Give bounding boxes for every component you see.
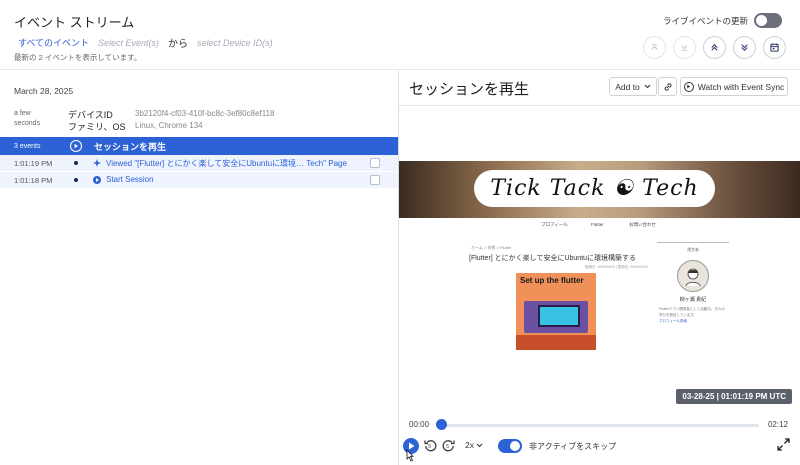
post-title: [Flutter] とにかく楽して安全にUbuntuに環境構築する <box>469 255 637 262</box>
replay-viewport[interactable]: Tick Tack ☯ Tech プロフィール Flutter お問い合わせ ホ… <box>399 161 800 409</box>
skip-inactivity-label: 非アクティブをスキップ <box>529 442 617 451</box>
event-time: 1:01:19 PM <box>14 159 53 168</box>
filter-bar: すべてのイベント Select Event(s) から select Devic… <box>18 35 273 51</box>
live-updates-toggle[interactable] <box>754 13 782 28</box>
add-to-label: Add to <box>615 81 640 92</box>
family-os-label: ファミリ、OS <box>68 122 126 132</box>
event-checkbox[interactable] <box>370 158 380 168</box>
collapse-all-button[interactable] <box>733 36 756 59</box>
site-nav-item: お問い合わせ <box>629 222 656 227</box>
device-info: a few seconds デバイスID ファミリ、OS 3b2120f4-cf… <box>14 108 394 140</box>
recording-timestamp: 03-28-25 | 01:01:19 PM UTC <box>676 389 792 404</box>
scroll-top-icon <box>651 44 658 50</box>
thumbnail-title: Set up the flutter <box>520 276 584 285</box>
expand-all-button[interactable] <box>703 36 726 59</box>
author-card-heading: 運営者 <box>687 247 699 252</box>
svg-text:5: 5 <box>446 444 449 450</box>
playback-speed-dropdown[interactable]: 2x <box>465 440 483 450</box>
calendar-button[interactable] <box>763 36 786 59</box>
event-text: Viewed "[Flutter] とにかく楽して安全にUbuntuに環境… T… <box>106 159 347 168</box>
session-replay-row[interactable]: 3 events セッションを再生 <box>0 137 398 155</box>
session-event-count: 3 events <box>14 142 41 150</box>
site-nav-item: プロフィール <box>541 222 568 227</box>
author-bio-text: Flutterアプリ開発者として活動中。日々の学びを発信しています。 <box>659 307 725 317</box>
progress-track[interactable] <box>441 424 759 427</box>
player-controls: 5 5 2x 非アクティブをスキップ <box>399 435 800 462</box>
expand-all-icon <box>711 43 718 51</box>
rewind-icon[interactable]: 5 <box>423 438 438 453</box>
select-devices-dropdown[interactable]: select Device ID(s) <box>197 38 273 48</box>
live-updates: ライブイベントの更新 <box>663 13 782 28</box>
post-thumbnail: Set up the flutter <box>516 273 596 350</box>
progress-knob[interactable] <box>435 419 447 430</box>
start-session-icon <box>93 176 101 184</box>
event-stream-header: イベント ストリーム すべてのイベント Select Event(s) から s… <box>0 0 800 70</box>
watch-with-event-sync-button[interactable]: Watch with Event Sync <box>680 77 788 96</box>
author-profile-link: プロフィール詳細 <box>659 319 687 323</box>
fast-forward-icon[interactable]: 5 <box>441 438 456 453</box>
event-row[interactable]: 1:01:19 PM Viewed "[Flutter] とにかく楽して安全にU… <box>0 155 398 171</box>
all-events-filter[interactable]: すべてのイベント <box>18 36 89 49</box>
event-count-text: 最新の 2 イベントを表示しています。 <box>14 53 142 62</box>
play-circle-icon <box>683 81 694 92</box>
play-circle-icon <box>70 140 82 152</box>
event-checkbox[interactable] <box>370 175 380 185</box>
timeline-dot <box>74 178 78 182</box>
event-list-panel: March 28, 2025 a few seconds デバイスID ファミリ… <box>0 71 398 465</box>
event-date: March 28, 2025 <box>14 86 74 96</box>
chevron-down-icon <box>476 443 483 448</box>
skip-inactivity-toggle[interactable] <box>498 439 522 453</box>
avatar <box>677 260 709 292</box>
watch-with-event-sync-label: Watch with Event Sync <box>697 81 785 92</box>
session-replay-panel: セッションを再生 Add to Watch with Event Sync Ti… <box>399 71 800 465</box>
fullscreen-icon[interactable] <box>777 438 790 451</box>
replay-title: セッションを再生 <box>409 81 530 98</box>
total-duration: 02:12 <box>767 420 788 429</box>
collapse-all-icon <box>741 44 748 52</box>
site-breadcrumb: ホーム > 技術 > Flutter <box>471 245 512 250</box>
site-nav: プロフィール Flutter お問い合わせ <box>399 222 800 231</box>
link-icon <box>664 82 671 91</box>
session-replay-title: セッションを再生 <box>94 141 167 152</box>
thumbnail-base <box>516 335 596 350</box>
site-nav-item: Flutter <box>591 222 604 227</box>
event-text: Start Session <box>106 175 154 184</box>
svg-text:5: 5 <box>428 444 431 450</box>
author-bio: Flutterアプリ開発者として活動中。日々の学びを発信しています。 プロフィー… <box>659 306 727 324</box>
playback-speed-value: 2x <box>465 440 474 450</box>
divider <box>399 105 800 106</box>
from-label: から <box>168 39 189 50</box>
live-updates-label: ライブイベントの更新 <box>662 15 748 26</box>
author-card: 運営者 柳ヶ瀬 貴紀 Flutterアプリ開発者として活動中。日々の学びを発信し… <box>657 242 729 350</box>
post-meta: 投稿日: 2025/03/20 | 更新日: 2025/03/20 <box>585 265 648 269</box>
device-id-value[interactable]: 3b2120f4-cf03-410f-bc8c-3ef80c8ef118 <box>135 109 275 118</box>
site-logo: Tick Tack ☯ Tech <box>474 170 715 207</box>
scroll-bottom-icon <box>681 45 688 51</box>
page-title: イベント ストリーム <box>14 15 135 30</box>
mouse-cursor-icon <box>406 449 414 462</box>
scroll-bottom-button[interactable] <box>673 36 696 59</box>
page-view-icon <box>93 159 101 167</box>
event-row[interactable]: 1:01:18 PM Start Session <box>0 172 398 188</box>
copy-link-button[interactable] <box>658 77 677 96</box>
family-os-value: Linux, Chrome 134 <box>135 121 203 130</box>
timeline-dot <box>74 161 78 165</box>
scroll-top-button[interactable] <box>643 36 666 59</box>
relative-time: a few seconds <box>14 110 41 127</box>
thumbnail-screen <box>538 305 580 327</box>
site-banner: Tick Tack ☯ Tech <box>399 161 800 218</box>
event-time: 1:01:18 PM <box>14 176 53 185</box>
select-events-dropdown[interactable]: Select Event(s) <box>98 38 159 48</box>
chevron-down-icon <box>644 84 651 89</box>
author-name: 柳ヶ瀬 貴紀 <box>679 297 707 303</box>
current-time: 00:00 <box>409 420 430 429</box>
calendar-icon <box>770 43 779 52</box>
add-to-dropdown[interactable]: Add to <box>609 77 657 96</box>
header-buttons <box>643 36 786 59</box>
